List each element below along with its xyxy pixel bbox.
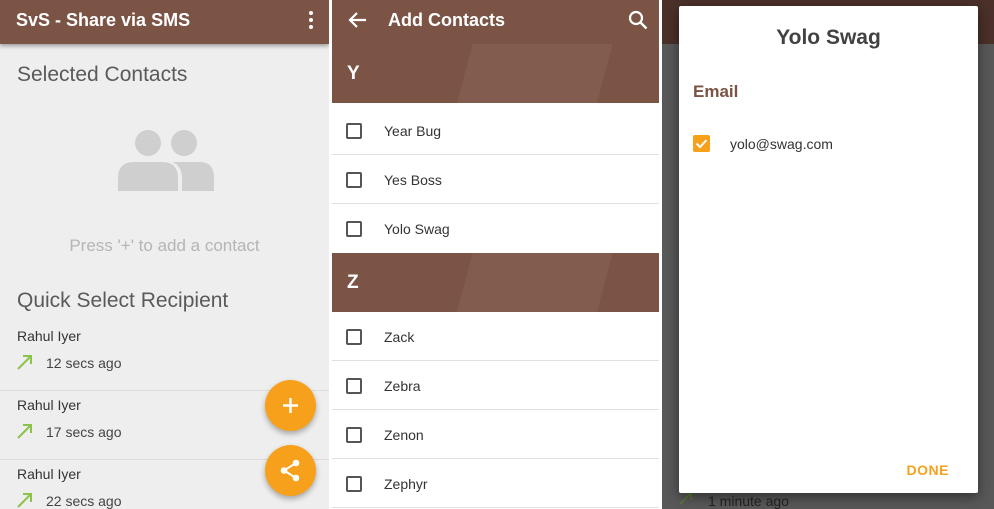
checkbox[interactable] <box>346 427 362 443</box>
recipient-name: Rahul Iyer <box>17 397 81 413</box>
recipient-time: 22 secs ago <box>46 493 122 509</box>
email-select-screen: 1 minute ago Yolo Swag Email yolo@swag.c… <box>662 0 994 509</box>
recipient-name: Rahul Iyer <box>17 466 81 482</box>
contact-name: Zack <box>384 329 415 345</box>
screen-title: Add Contacts <box>388 10 505 30</box>
recipient-item[interactable]: Rahul Iyer 12 secs ago <box>0 322 329 391</box>
contact-row[interactable]: Yolo Swag <box>332 204 659 253</box>
selected-contacts-heading: Selected Contacts <box>17 63 188 86</box>
background-time-text: 1 minute ago <box>708 493 789 509</box>
check-icon <box>695 139 708 149</box>
plus-icon <box>283 398 298 413</box>
app-bar: Add Contacts <box>332 0 659 44</box>
done-button[interactable]: DONE <box>907 462 949 478</box>
dialog-title: Yolo Swag <box>776 26 881 49</box>
recipient-name: Rahul Iyer <box>17 328 81 344</box>
checkbox[interactable] <box>346 476 362 492</box>
outgoing-arrow-icon <box>16 353 34 376</box>
section-header-y: Y <box>332 44 659 103</box>
contact-name: Year Bug <box>384 123 442 139</box>
outgoing-arrow-icon <box>16 491 34 509</box>
section-letter: Y <box>347 63 360 84</box>
outgoing-arrow-icon <box>16 422 34 445</box>
add-contact-button[interactable] <box>265 380 316 431</box>
checkbox[interactable] <box>346 329 362 345</box>
email-dialog: Yolo Swag Email yolo@swag.com DONE <box>679 6 978 493</box>
section-header-z: Z <box>332 253 659 312</box>
overflow-menu-icon[interactable] <box>307 11 315 31</box>
search-icon[interactable] <box>627 9 649 36</box>
people-icon <box>118 128 216 197</box>
contact-row[interactable]: Year Bug <box>332 106 659 155</box>
contact-name: Zephyr <box>384 476 428 492</box>
share-button[interactable] <box>265 445 316 496</box>
contact-name: Yes Boss <box>384 172 442 188</box>
recipient-time: 17 secs ago <box>46 424 122 440</box>
contact-name: Zenon <box>384 427 424 443</box>
checkbox[interactable] <box>346 221 362 237</box>
contact-row[interactable]: Zephyr <box>332 459 659 508</box>
app-bar: SvS - Share via SMS <box>0 0 329 44</box>
share-icon <box>280 459 300 482</box>
contact-row[interactable]: Zack <box>332 312 659 361</box>
email-section-label: Email <box>693 82 739 101</box>
recipient-time: 12 secs ago <box>46 355 122 371</box>
checkbox[interactable] <box>346 172 362 188</box>
contact-row[interactable]: Zenon <box>332 410 659 459</box>
contact-name: Yolo Swag <box>384 221 450 237</box>
section-letter: Z <box>347 272 359 293</box>
home-screen: SvS - Share via SMS Selected Contacts Pr… <box>0 0 329 509</box>
checkbox[interactable] <box>346 123 362 139</box>
email-address: yolo@swag.com <box>730 136 833 152</box>
quick-select-heading: Quick Select Recipient <box>17 289 229 312</box>
back-arrow-icon[interactable] <box>348 10 368 35</box>
email-checkbox[interactable] <box>693 135 710 152</box>
app-title: SvS - Share via SMS <box>16 10 191 30</box>
contact-name: Zebra <box>384 378 421 394</box>
contact-row[interactable]: Zebra <box>332 361 659 410</box>
checkbox[interactable] <box>346 378 362 394</box>
empty-hint: Press '+' to add a contact <box>69 236 260 255</box>
contact-row[interactable]: Yes Boss <box>332 155 659 204</box>
add-contacts-screen: Add Contacts Y Year Bug Yes Boss Yolo Sw… <box>332 0 659 509</box>
